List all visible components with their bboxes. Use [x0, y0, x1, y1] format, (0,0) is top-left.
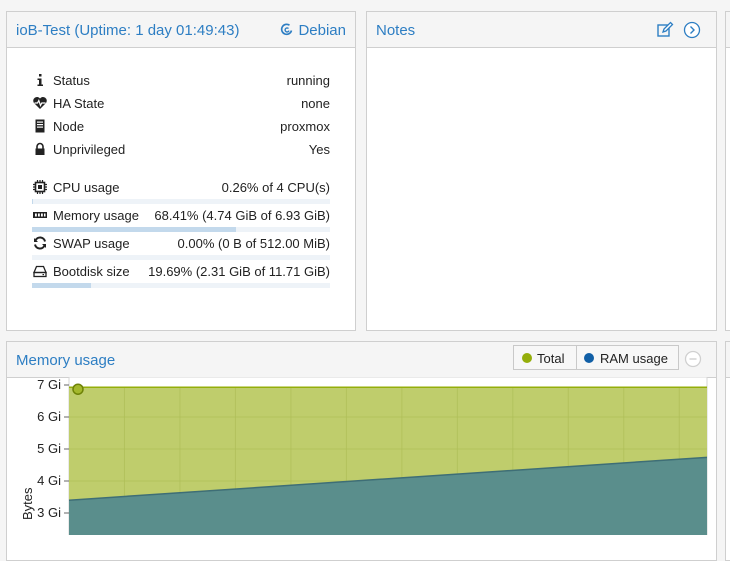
ha-state-label: HA State: [53, 96, 105, 111]
memory-usage-bar: [32, 227, 330, 232]
swap-usage-row: SWAP usage 0.00% (0 B of 512.00 MiB): [32, 233, 330, 253]
status-row: Status running: [32, 70, 330, 90]
unprivileged-value: Yes: [308, 142, 330, 157]
ha-state-value: none: [301, 96, 330, 111]
swap-usage-value: 0.00% (0 B of 512.00 MiB): [177, 236, 330, 251]
unprivileged-label: Unprivileged: [53, 142, 126, 157]
edit-icon[interactable]: [656, 21, 674, 39]
summary-title: ioB-Test (Uptime: 1 day 01:49:43): [16, 22, 240, 39]
info-icon: [37, 74, 43, 86]
bootdisk-size-value: 19.69% (2.31 GiB of 11.71 GiB): [148, 264, 330, 279]
cpu-usage-value: 0.26% of 4 CPU(s): [221, 180, 330, 195]
os-label: Debian: [298, 22, 346, 39]
notes-panel-header: Notes: [367, 12, 716, 48]
y-tick-label: 5 Gi: [37, 441, 61, 456]
memory-chart-title: Memory usage: [16, 352, 116, 369]
heartbeat-icon: [33, 97, 47, 109]
chart-legend: Total RAM usage: [513, 345, 679, 370]
os-type: Debian: [280, 22, 346, 39]
server-icon: [35, 119, 45, 133]
notes-panel: Notes: [366, 11, 717, 331]
cpu-usage-bar: [32, 199, 330, 204]
memory-icon: [33, 212, 47, 218]
total-point-marker: [72, 383, 84, 395]
summary-panel-header: ioB-Test (Uptime: 1 day 01:49:43) Debian: [7, 12, 355, 48]
cpu-usage-label: CPU usage: [53, 180, 120, 195]
lock-icon: [35, 142, 45, 155]
debian-icon: [281, 23, 293, 36]
y-tick-label: 7 Gi: [37, 377, 61, 392]
cpu-usage-row: CPU usage 0.26% of 4 CPU(s): [32, 177, 330, 197]
hdd-icon: [33, 265, 47, 278]
memory-usage-chart: 3 Gi 4 Gi 5 Gi 6 Gi 7 Gi Bytes: [20, 377, 708, 535]
bootdisk-size-bar: [32, 283, 330, 288]
swap-usage-label: SWAP usage: [53, 236, 130, 251]
y-tick-label: 3 Gi: [37, 505, 61, 520]
bootdisk-size-label: Bootdisk size: [53, 264, 130, 279]
node-row: Node proxmox: [32, 116, 330, 136]
summary-panel: ioB-Test (Uptime: 1 day 01:49:43) Debian…: [6, 11, 356, 331]
memory-usage-fill: [32, 227, 236, 232]
node-value: proxmox: [280, 119, 330, 134]
legend-ram-usage-label: RAM usage: [600, 351, 668, 366]
y-axis-label: Bytes: [20, 487, 35, 520]
next-chart-panel-header: [726, 342, 730, 378]
node-label: Node: [53, 119, 85, 134]
ha-state-row: HA State none: [32, 93, 330, 113]
memory-usage-value: 68.41% (4.74 GiB of 6.93 GiB): [154, 208, 330, 223]
next-chart-panel-edge: [725, 341, 730, 561]
y-tick-label: 4 Gi: [37, 473, 61, 488]
next-panel-edge: [725, 11, 730, 331]
status-label: Status: [53, 73, 90, 88]
y-tick-label: 6 Gi: [37, 409, 61, 424]
legend-total-dot: [522, 353, 532, 363]
bootdisk-size-row: Bootdisk size 19.69% (2.31 GiB of 11.71 …: [32, 261, 330, 281]
notes-title: Notes: [376, 22, 416, 39]
legend-total-button[interactable]: Total: [514, 346, 577, 369]
memory-usage-row: Memory usage 68.41% (4.74 GiB of 6.93 Gi…: [32, 205, 330, 225]
cpu-icon: [33, 180, 47, 194]
refresh-icon: [34, 236, 46, 250]
unprivileged-row: Unprivileged Yes: [32, 139, 330, 159]
memory-usage-label: Memory usage: [53, 208, 139, 223]
collapse-right-icon[interactable]: [683, 21, 701, 39]
next-panel-header: [726, 12, 730, 48]
swap-usage-bar: [32, 255, 330, 260]
legend-total-label: Total: [537, 351, 565, 366]
legend-ram-usage-button[interactable]: RAM usage: [577, 346, 678, 369]
bootdisk-size-fill: [32, 283, 91, 288]
status-value: running: [286, 73, 330, 88]
cpu-usage-fill: [32, 199, 33, 204]
minus-circle-icon[interactable]: [684, 350, 702, 368]
legend-ram-usage-dot: [584, 353, 594, 363]
